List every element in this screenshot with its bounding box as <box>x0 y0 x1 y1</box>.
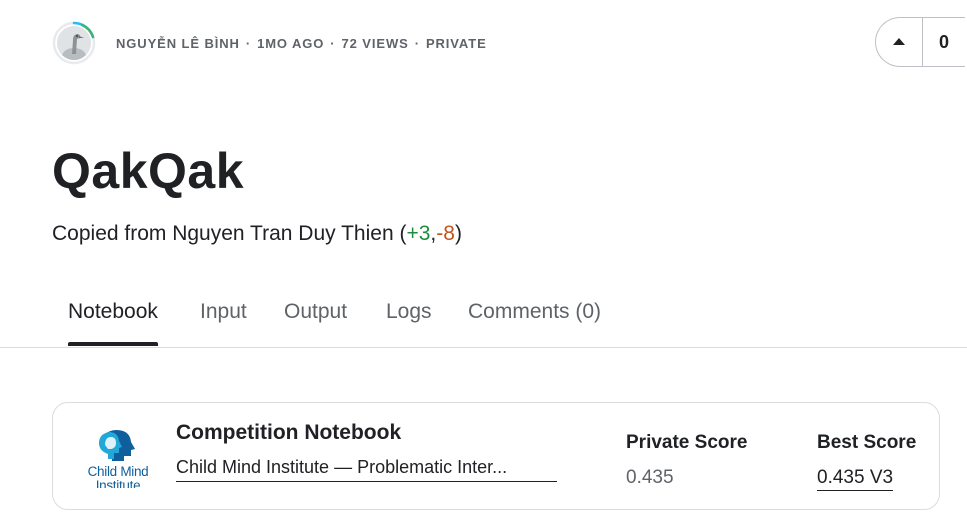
author-link[interactable]: NGUYỄN LÊ BÌNH <box>116 36 240 51</box>
notebook-meta: NGUYỄN LÊ BÌNH · 1MO AGO · 72 VIEWS · PRIVATE <box>116 36 487 51</box>
vote-control: 0 <box>875 17 965 67</box>
copied-from-prefix: Copied from Nguyen Tran Duy Thien ( <box>52 222 407 245</box>
separator: · <box>330 35 336 51</box>
competition-logo-text: Child Mind Institute <box>78 464 158 489</box>
copied-from-text: Copied from Nguyen Tran Duy Thien (+3,-8… <box>52 222 462 246</box>
goose-icon <box>57 26 91 60</box>
logo-text-line-2: Institute <box>95 479 141 488</box>
vote-count: 0 <box>938 31 949 52</box>
tab-input[interactable]: Input <box>200 300 247 348</box>
separator: · <box>245 35 252 51</box>
view-count: 72 VIEWS <box>341 35 409 51</box>
competition-card: Child Mind Institute Competition Noteboo… <box>52 402 940 510</box>
notebook-tabs: Notebook Input Output Logs Comments (0) <box>0 290 967 348</box>
tab-logs[interactable]: Logs <box>386 300 432 348</box>
best-score-label: Best Score <box>817 432 917 453</box>
avatar-image <box>57 26 91 60</box>
notebook-header: NGUYỄN LÊ BÌNH · 1MO AGO · 72 VIEWS · PRIVATE <box>52 20 487 66</box>
copied-from-suffix: ) <box>454 222 462 245</box>
private-score-label: Private Score <box>626 432 748 453</box>
visibility-label: PRIVATE <box>425 35 487 51</box>
competition-logo[interactable]: Child Mind Institute <box>78 425 158 491</box>
private-score-value: 0.435 <box>626 467 674 488</box>
upvote-button[interactable] <box>876 18 923 66</box>
logo-text-line-1: Child Mind <box>87 464 149 479</box>
card-heading: Competition Notebook <box>176 421 402 444</box>
best-score-value: 0.435 V3 <box>817 467 894 491</box>
avatar[interactable] <box>52 21 96 65</box>
page-title: QakQak <box>52 143 245 199</box>
best-score-link[interactable]: 0.435 V3 <box>817 467 894 491</box>
tab-comments[interactable]: Comments (0) <box>468 300 601 348</box>
separator: · <box>414 35 420 51</box>
caret-up-icon <box>893 38 905 45</box>
notebook-age: 1MO AGO <box>257 35 325 51</box>
tab-output[interactable]: Output <box>284 300 347 348</box>
diff-additions[interactable]: +3 <box>406 222 430 245</box>
child-mind-head-icon <box>99 430 135 461</box>
diff-deletions[interactable]: -8 <box>436 222 455 245</box>
tab-notebook[interactable]: Notebook <box>68 300 158 348</box>
competition-link[interactable]: Child Mind Institute — Problematic Inter… <box>176 457 557 482</box>
